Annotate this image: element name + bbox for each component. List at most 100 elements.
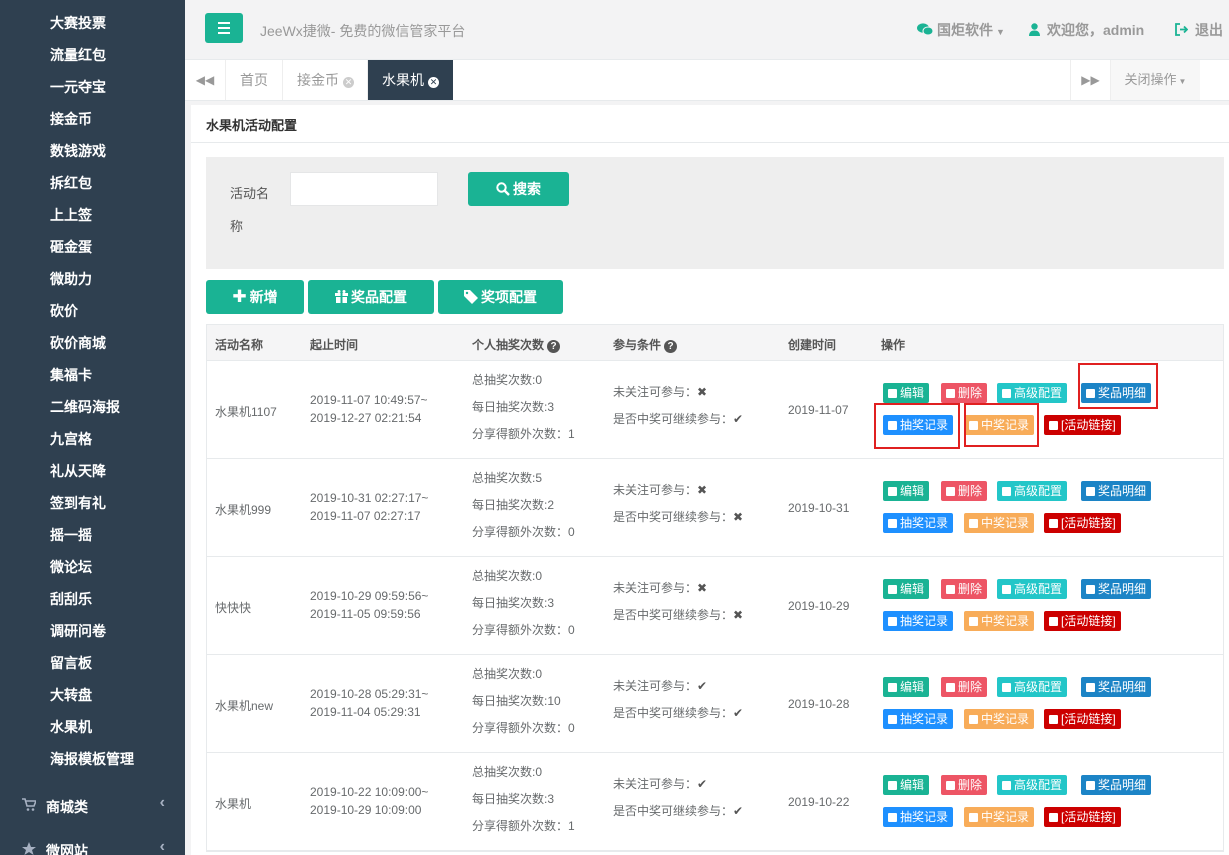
end-time: 2019-11-05 09:59:56	[310, 607, 421, 621]
activity-link-button[interactable]: [活动链接]	[1044, 513, 1121, 533]
sidebar-item[interactable]: 数钱游戏	[50, 141, 106, 161]
close-operations-dropdown[interactable]: 关闭操作 ▼	[1110, 60, 1200, 100]
sidebar-item[interactable]: 砍价商城	[50, 333, 106, 353]
delete-button[interactable]: 删除	[941, 677, 988, 697]
delete-button[interactable]: 删除	[941, 481, 988, 501]
daily-draws: 每日抽奖次数:3	[472, 596, 555, 610]
user-welcome[interactable]: 欢迎您，admin	[1029, 20, 1144, 40]
status-mark-icon: ✖	[697, 385, 708, 399]
add-button[interactable]: ✚ 新增	[206, 280, 304, 314]
activity-name-input[interactable]	[290, 172, 438, 206]
sidebar-item[interactable]: 调研问卷	[50, 621, 106, 641]
sidebar-item[interactable]: 集福卡	[50, 365, 92, 385]
win-record-button[interactable]: 中奖记录	[964, 513, 1035, 533]
draw-record-button[interactable]: 抽奖记录	[883, 807, 954, 827]
sidebar-item[interactable]: 水果机	[50, 717, 92, 737]
tab-fruit-machine[interactable]: 水果机 ✕	[367, 60, 453, 100]
win-record-button[interactable]: 中奖记录	[964, 807, 1035, 827]
sidebar-item[interactable]: 上上签	[50, 205, 92, 225]
sidebar-item[interactable]: 一元夺宝	[50, 77, 106, 97]
button-label: 删除	[958, 386, 983, 400]
tab-home[interactable]: 首页	[225, 60, 282, 100]
edit-button[interactable]: 编辑	[883, 579, 930, 599]
activity-name: 水果机new	[215, 699, 274, 713]
sidebar-item[interactable]: 海报模板管理	[50, 749, 134, 769]
column-header-label: 参与条件	[613, 338, 662, 352]
button-label: 高级配置	[1014, 582, 1063, 596]
file-icon	[969, 519, 978, 528]
prize-detail-button[interactable]: 奖品明细	[1081, 579, 1152, 599]
edit-button[interactable]: 编辑	[883, 677, 930, 697]
advanced-config-button[interactable]: 高级配置	[997, 677, 1068, 697]
activity-link-button[interactable]: [活动链接]	[1044, 415, 1121, 435]
sidebar-item[interactable]: 拆红包	[50, 173, 92, 193]
sidebar-item[interactable]: 九宫格	[50, 429, 92, 449]
status-mark-icon: ✖	[697, 581, 708, 595]
menu-toggle-button[interactable]	[205, 13, 243, 43]
condition-label: 未关注可参与：	[613, 777, 698, 791]
condition-follow: 未关注可参与：✔	[613, 775, 707, 792]
sidebar-item[interactable]: 砍价	[50, 301, 78, 321]
advanced-config-button[interactable]: 高级配置	[997, 775, 1068, 795]
edit-button[interactable]: 编辑	[883, 383, 930, 403]
search-button[interactable]: 搜索	[468, 172, 569, 206]
close-tab-icon[interactable]: ✕	[428, 77, 439, 88]
condition-label: 是否中奖可继续参与：	[613, 412, 734, 426]
activity-link-button[interactable]: [活动链接]	[1044, 611, 1121, 631]
prize-config-button[interactable]: 奖品配置	[308, 280, 434, 314]
delete-button[interactable]: 删除	[941, 579, 988, 599]
advanced-config-button[interactable]: 高级配置	[997, 383, 1068, 403]
sidebar-item[interactable]: 砸金蛋	[50, 237, 92, 257]
sidebar-item[interactable]: 大转盘	[50, 685, 92, 705]
logout-link[interactable]: 退出	[1175, 20, 1223, 40]
edit-button[interactable]: 编辑	[883, 775, 930, 795]
sidebar-item[interactable]: 大赛投票	[50, 13, 106, 33]
edit-icon	[888, 585, 897, 594]
sidebar-item[interactable]: 摇一摇	[50, 525, 92, 545]
edit-button[interactable]: 编辑	[883, 481, 930, 501]
code-icon	[1002, 585, 1011, 594]
win-record-button[interactable]: 中奖记录	[964, 709, 1035, 729]
table-row: 水果机1107 2019-11-07 10:49:57~ 2019-12-27 02…	[207, 361, 1223, 459]
draw-record-button[interactable]: 抽奖记录	[883, 611, 954, 631]
prize-detail-button[interactable]: 奖品明细	[1081, 775, 1152, 795]
bars-icon	[218, 22, 230, 24]
help-icon[interactable]: ?	[547, 340, 561, 353]
close-tab-icon[interactable]: ✕	[343, 77, 354, 88]
sidebar-group-mall[interactable]: 商城类 ‹	[0, 785, 185, 829]
caret-down-icon: ▼	[1178, 77, 1187, 86]
sidebar-item[interactable]: 签到有礼	[50, 493, 106, 513]
condition-label: 是否中奖可继续参与：	[613, 510, 734, 524]
activity-link-button[interactable]: [活动链接]	[1044, 709, 1121, 729]
condition-follow: 未关注可参与：✖	[613, 383, 707, 400]
sidebar-item[interactable]: 礼从天降	[50, 461, 106, 481]
advanced-config-button[interactable]: 高级配置	[997, 481, 1068, 501]
sidebar-item[interactable]: 刮刮乐	[50, 589, 92, 609]
tabs-next-icon[interactable]: ▶▶	[1070, 60, 1110, 100]
tab-catch-coins[interactable]: 接金币 ✕	[282, 60, 368, 100]
sidebar-item[interactable]: 微助力	[50, 269, 92, 289]
advanced-config-button[interactable]: 高级配置	[997, 579, 1068, 599]
company-dropdown[interactable]: 国炬软件 ▼	[917, 20, 1005, 40]
sidebar-item[interactable]: 微论坛	[50, 557, 92, 577]
button-label: 删除	[958, 484, 983, 498]
delete-button[interactable]: 删除	[941, 775, 988, 795]
condition-continue: 是否中奖可继续参与：✖	[613, 508, 743, 525]
win-record-button[interactable]: 中奖记录	[964, 611, 1035, 631]
button-label: [活动链接]	[1061, 810, 1116, 824]
sidebar-item[interactable]: 接金币	[50, 109, 92, 129]
tabs-prev-icon[interactable]: ◀◀	[185, 60, 225, 100]
draw-record-button[interactable]: 抽奖记录	[883, 709, 954, 729]
prize-config-label: 奖品配置	[351, 289, 407, 305]
sidebar-item[interactable]: 二维码海报	[50, 397, 120, 417]
activity-link-button[interactable]: [活动链接]	[1044, 807, 1121, 827]
sidebar-group-microsite[interactable]: 微网站 ‹	[0, 829, 185, 855]
help-icon[interactable]: ?	[664, 340, 678, 353]
prize-detail-button[interactable]: 奖品明细	[1081, 481, 1152, 501]
prize-detail-button[interactable]: 奖品明细	[1081, 677, 1152, 697]
sidebar-item[interactable]: 留言板	[50, 653, 92, 673]
sidebar-item[interactable]: 流量红包	[50, 45, 106, 65]
delete-button[interactable]: 删除	[941, 383, 988, 403]
award-config-button[interactable]: 奖项配置	[438, 280, 563, 314]
draw-record-button[interactable]: 抽奖记录	[883, 513, 954, 533]
